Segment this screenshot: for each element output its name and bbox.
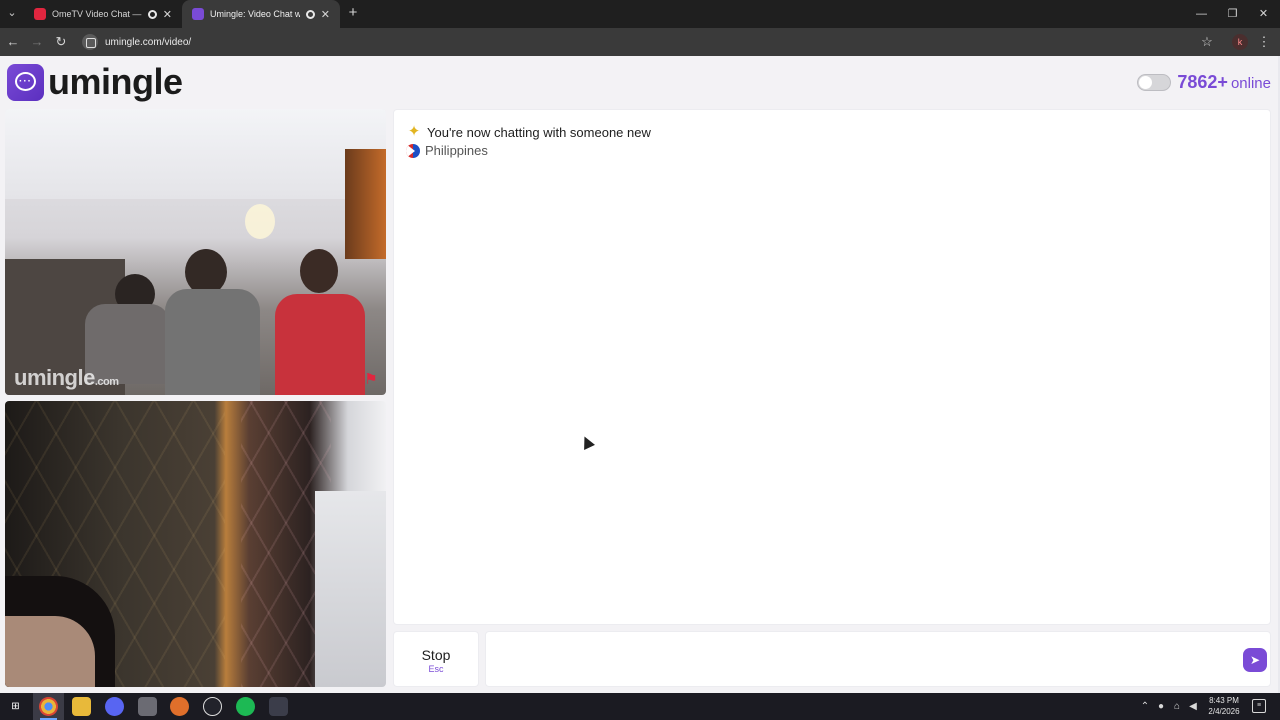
obs-icon[interactable] [203,697,222,716]
tab-umingle[interactable]: Umingle: Video Chat with St ✕ [182,0,340,28]
restore-icon[interactable]: ❐ [1217,0,1248,28]
theme-toggle[interactable] [1137,74,1172,91]
recording-indicator-icon [305,9,315,19]
address-bar[interactable]: umingle.com/video/ [80,31,1225,53]
online-label: online [1230,75,1271,92]
show-hidden-icons-icon[interactable]: ⌃ [1138,699,1152,714]
taskbar-clock[interactable]: 8:43 PM 2/4/2026 [1198,695,1250,717]
browser-toolbar: ← → ↻ umingle.com/video/ ☆ k ⋮ [0,28,1280,56]
recording-indicator-icon [147,9,157,19]
partner-country: Philippines [406,143,488,158]
site-logo[interactable]: ··· umingle [7,63,183,101]
umingle-favicon-icon [192,8,204,20]
windows-start-icon[interactable]: ⊞ [6,697,25,716]
sparkle-icon: ✦ [407,123,421,140]
minimize-icon[interactable]: — [1186,0,1217,28]
taskbar: ⊞ ⌃ ● ⌂ ◀ 8:43 PM 2/4/2026 ≡ [0,693,1280,720]
clock-date: 2/4/2026 [1208,707,1240,716]
system-message: ✦ You're now chatting with someone new [406,124,651,140]
clock-time: 8:43 PM [1209,696,1239,705]
online-indicator: 7862+ online [1137,72,1271,93]
system-message-text: You're now chatting with someone new [427,124,651,140]
send-icon[interactable]: ➤ [1243,648,1267,672]
network-icon[interactable]: ⌂ [1170,699,1184,714]
notifications-icon[interactable]: ≡ [1252,699,1266,713]
app-icon[interactable] [269,697,288,716]
site-info-icon[interactable] [82,34,98,50]
reload-icon[interactable]: ↻ [52,33,70,51]
tab-title: OmeTV Video Chat — Ome [52,9,142,19]
tab-search-icon[interactable]: ⌄ [4,5,20,21]
tab-title: Umingle: Video Chat with St [210,9,300,19]
file-explorer-icon[interactable] [72,697,91,716]
local-video [5,401,386,687]
browser-tab-bar: ⌄ OmeTV Video Chat — Ome ✕ Umingle: Vide… [0,0,1280,28]
country-name: Philippines [425,143,488,158]
close-tab-icon[interactable]: ✕ [163,8,172,21]
forward-icon[interactable]: → [28,33,46,51]
stop-shortcut: Esc [428,664,444,674]
online-count: 7862+ [1177,72,1228,92]
browser-menu-icon[interactable]: ⋮ [1257,33,1271,51]
discord-icon[interactable] [105,697,124,716]
chat-bubble-logo-icon: ··· [7,63,44,101]
remote-video: umingle.com ⚑ [5,109,386,395]
back-icon[interactable]: ← [4,33,22,51]
brand-name: umingle [48,61,183,102]
page: ··· umingle 7862+ online umingle.com ⚑ ✦ [0,56,1280,693]
tab-ometv[interactable]: OmeTV Video Chat — Ome ✕ [24,0,182,28]
message-input[interactable] [494,640,1234,678]
notes-app-icon[interactable] [138,697,157,716]
close-tab-icon[interactable]: ✕ [321,8,330,21]
stop-button[interactable]: Stop Esc [393,631,479,687]
close-window-icon[interactable]: ✕ [1248,0,1279,28]
stop-label: Stop [421,647,451,663]
chrome-icon[interactable] [39,697,58,716]
report-flag-icon[interactable]: ⚑ [361,371,381,389]
message-composer: ➤ [485,631,1271,687]
spotify-icon[interactable] [236,697,255,716]
new-tab-button[interactable]: + [344,4,362,22]
umingle-watermark: umingle.com [14,365,119,390]
profile-avatar[interactable]: k [1232,34,1248,50]
bookmark-star-icon[interactable]: ☆ [1198,33,1216,51]
url-text: umingle.com/video/ [105,36,192,48]
orange-app-icon[interactable] [170,697,189,716]
philippines-flag-icon [406,143,420,158]
microphone-icon[interactable]: ● [1154,699,1168,714]
chat-log: ✦ You're now chatting with someone new P… [393,109,1271,625]
ometv-favicon-icon [34,8,46,20]
